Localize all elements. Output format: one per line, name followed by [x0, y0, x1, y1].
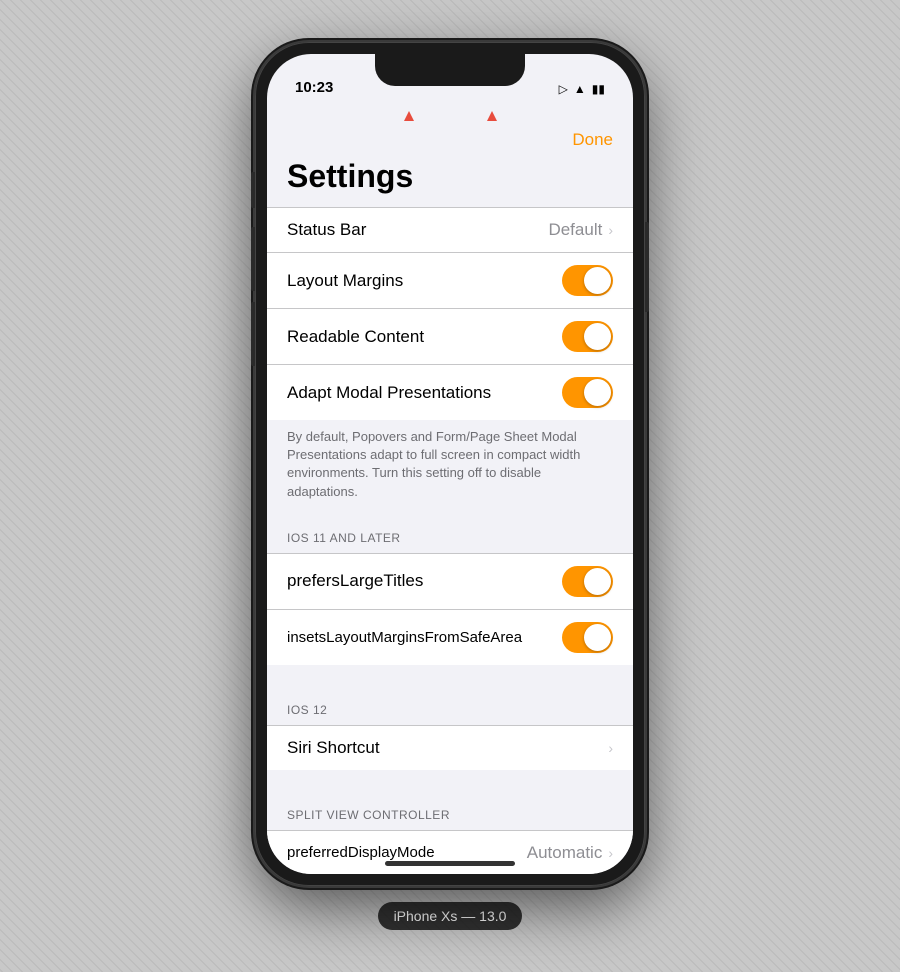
split-view-header-label: SPLIT VIEW CONTROLLER — [287, 808, 450, 822]
mute-button[interactable] — [251, 172, 255, 208]
adapt-modal-row[interactable]: Adapt Modal Presentations — [267, 365, 633, 420]
done-button[interactable]: Done — [572, 130, 613, 150]
layout-margins-toggle[interactable] — [562, 265, 613, 296]
layout-margins-thumb — [584, 267, 611, 294]
adapt-description-section: By default, Popovers and Form/Page Sheet… — [267, 420, 633, 513]
phone-device: 10:23 ▷ ▲ ▮▮ Done Setti — [255, 42, 645, 886]
resize-arrows — [267, 106, 633, 126]
page-title: Settings — [287, 158, 613, 195]
layout-margins-label: Layout Margins — [287, 271, 403, 291]
preferred-display-mode-label: preferredDisplayMode — [287, 844, 435, 861]
phone-screen: 10:23 ▷ ▲ ▮▮ Done Setti — [267, 54, 633, 874]
split-view-group: preferredDisplayMode Automatic › — [267, 830, 633, 874]
volume-down-button[interactable] — [251, 302, 255, 366]
ios11-header: IOS 11 AND LATER — [267, 513, 633, 553]
preferred-display-mode-row[interactable]: preferredDisplayMode Automatic › — [267, 830, 633, 874]
ios12-header: IOS 12 — [267, 685, 633, 725]
insets-layout-thumb — [584, 624, 611, 651]
status-bar-value: Default — [548, 220, 602, 240]
ios11-group: prefersLargeTitles insetsLayoutMarginsFr… — [267, 553, 633, 665]
split-view-header: SPLIT VIEW CONTROLLER — [267, 790, 633, 830]
siri-shortcut-chevron: › — [608, 740, 613, 756]
prefers-large-titles-row[interactable]: prefersLargeTitles — [267, 553, 633, 610]
volume-up-button[interactable] — [251, 227, 255, 291]
arrow-up-right — [487, 111, 497, 121]
siri-shortcut-label: Siri Shortcut — [287, 738, 380, 758]
status-bar-right: Default › — [548, 220, 613, 240]
adapt-modal-thumb — [584, 379, 611, 406]
insets-layout-toggle[interactable] — [562, 622, 613, 653]
arrow-up-left — [404, 111, 414, 121]
status-icons: ▷ ▲ ▮▮ — [559, 82, 605, 96]
readable-content-toggle[interactable] — [562, 321, 613, 352]
main-settings-group: Status Bar Default › Layout Margins — [267, 207, 633, 420]
adapt-modal-label: Adapt Modal Presentations — [287, 383, 491, 403]
layout-margins-row[interactable]: Layout Margins — [267, 253, 633, 309]
adapt-description: By default, Popovers and Form/Page Sheet… — [287, 428, 613, 501]
home-indicator — [385, 861, 515, 866]
prefers-large-titles-label: prefersLargeTitles — [287, 571, 423, 591]
adapt-modal-toggle[interactable] — [562, 377, 613, 408]
ios12-group: Siri Shortcut › — [267, 725, 633, 770]
prefers-large-titles-toggle[interactable] — [562, 566, 613, 597]
battery-icon: ▮▮ — [592, 82, 605, 96]
phone-frame: 10:23 ▷ ▲ ▮▮ Done Setti — [255, 42, 645, 886]
notch — [375, 54, 525, 86]
status-bar-row[interactable]: Status Bar Default › — [267, 207, 633, 253]
spacer-2 — [267, 770, 633, 790]
siri-shortcut-right: › — [608, 740, 613, 756]
readable-content-thumb — [584, 323, 611, 350]
ios11-header-label: IOS 11 AND LATER — [287, 531, 401, 545]
ios12-header-label: IOS 12 — [287, 703, 327, 717]
screen-content[interactable]: Done Settings Status Bar Default › — [267, 124, 633, 874]
spacer-1 — [267, 665, 633, 685]
page-title-section: Settings — [267, 154, 633, 207]
insets-layout-label: insetsLayoutMarginsFromSafeArea — [287, 629, 522, 646]
location-icon: ▷ — [559, 82, 568, 96]
power-button[interactable] — [645, 222, 649, 312]
readable-content-label: Readable Content — [287, 327, 424, 347]
device-label: iPhone Xs — 13.0 — [378, 902, 523, 930]
done-bar: Done — [267, 124, 633, 154]
status-bar-label: Status Bar — [287, 220, 366, 240]
status-time: 10:23 — [295, 79, 333, 96]
insets-layout-row[interactable]: insetsLayoutMarginsFromSafeArea — [267, 610, 633, 665]
status-bar-chevron: › — [608, 222, 613, 238]
preferred-display-mode-right: Automatic › — [527, 843, 613, 863]
preferred-display-mode-value: Automatic — [527, 843, 603, 863]
readable-content-row[interactable]: Readable Content — [267, 309, 633, 365]
preferred-display-mode-chevron: › — [608, 845, 613, 861]
wifi-icon: ▲ — [574, 82, 586, 96]
prefers-large-titles-thumb — [584, 568, 611, 595]
siri-shortcut-row[interactable]: Siri Shortcut › — [267, 725, 633, 770]
